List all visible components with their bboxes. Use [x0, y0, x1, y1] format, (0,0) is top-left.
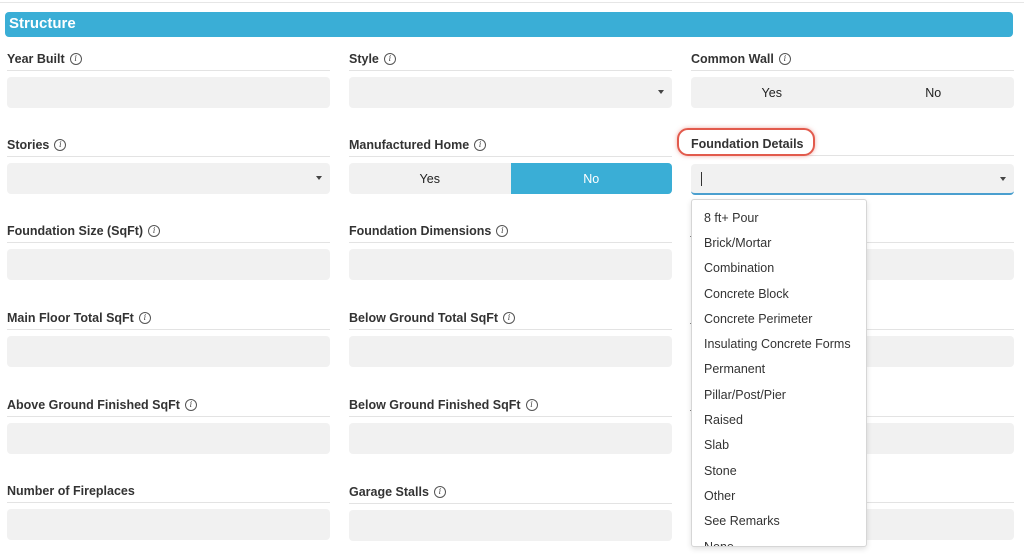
above-ground-finished-input[interactable]: [7, 423, 330, 454]
dropdown-option[interactable]: None: [692, 534, 866, 547]
year-built-input[interactable]: [7, 77, 330, 108]
below-ground-finished-field: Below Ground Finished SqFt i: [349, 393, 672, 454]
common-wall-field: Common Wall i Yes No: [691, 47, 1014, 108]
dropdown-option[interactable]: Concrete Perimeter: [692, 306, 866, 331]
caret-down-icon: [1000, 177, 1006, 181]
manufactured-home-no-button[interactable]: No: [510, 163, 672, 194]
garage-stalls-field: Garage Stalls i: [349, 480, 672, 541]
dropdown-option[interactable]: See Remarks: [692, 509, 866, 534]
foundation-details-highlight: [677, 128, 815, 156]
info-circle-icon[interactable]: i: [54, 138, 67, 151]
manufactured-home-yes-button[interactable]: Yes: [349, 163, 511, 194]
text-cursor: [701, 172, 702, 186]
below-ground-total-label: Below Ground Total SqFt: [349, 310, 499, 325]
manufactured-home-label: Manufactured Home: [349, 137, 470, 152]
dropdown-option[interactable]: Permanent: [692, 357, 866, 382]
info-circle-icon[interactable]: i: [503, 311, 516, 324]
info-circle-icon[interactable]: i: [778, 52, 791, 65]
caret-down-icon: [658, 90, 664, 94]
foundation-dimensions-field: Foundation Dimensions i: [349, 219, 672, 280]
dropdown-option[interactable]: Raised: [692, 407, 866, 432]
stories-field: Stories i: [7, 133, 330, 194]
dropdown-option[interactable]: 8 ft+ Pour: [692, 205, 866, 230]
common-wall-yes-button[interactable]: Yes: [691, 77, 853, 108]
section-header: Structure: [5, 12, 1013, 37]
dropdown-option[interactable]: Slab: [692, 433, 866, 458]
year-built-field: Year Built i: [7, 47, 330, 108]
dropdown-option[interactable]: Brick/Mortar: [692, 230, 866, 255]
stories-label: Stories: [7, 137, 50, 152]
manufactured-home-field: Manufactured Home i Yes No: [349, 133, 672, 194]
below-ground-finished-input[interactable]: [349, 423, 672, 454]
main-floor-total-label: Main Floor Total SqFt: [7, 310, 134, 325]
section-title: Structure: [9, 15, 76, 32]
foundation-details-dropdown: 8 ft+ Pour Brick/Mortar Combination Conc…: [691, 199, 867, 547]
info-circle-icon[interactable]: i: [433, 485, 446, 498]
fireplaces-label: Number of Fireplaces: [7, 483, 135, 498]
dropdown-option[interactable]: Other: [692, 483, 866, 508]
foundation-size-label: Foundation Size (SqFt): [7, 223, 144, 238]
info-circle-icon[interactable]: i: [184, 398, 197, 411]
caret-down-icon: [316, 176, 322, 180]
foundation-details-select[interactable]: [691, 164, 1014, 195]
style-select[interactable]: [349, 77, 672, 108]
main-floor-total-field: Main Floor Total SqFt i: [7, 306, 330, 367]
style-field: Style i: [349, 47, 672, 108]
dropdown-option[interactable]: Pillar/Post/Pier: [692, 382, 866, 407]
below-ground-finished-label: Below Ground Finished SqFt: [349, 397, 521, 412]
info-circle-icon[interactable]: i: [496, 224, 509, 237]
above-ground-finished-field: Above Ground Finished SqFt i: [7, 393, 330, 454]
top-divider: [0, 2, 1024, 3]
below-ground-total-field: Below Ground Total SqFt i: [349, 306, 672, 367]
manufactured-home-toggle: Yes No: [349, 163, 672, 194]
fireplaces-input[interactable]: [7, 509, 330, 540]
foundation-size-field: Foundation Size (SqFt) i: [7, 219, 330, 280]
foundation-size-input[interactable]: [7, 249, 330, 280]
fireplaces-field: Number of Fireplaces: [7, 479, 330, 540]
stories-select[interactable]: [7, 163, 330, 194]
info-circle-icon[interactable]: i: [474, 138, 487, 151]
info-circle-icon[interactable]: i: [148, 224, 161, 237]
info-circle-icon[interactable]: i: [383, 52, 396, 65]
below-ground-total-input[interactable]: [349, 336, 672, 367]
garage-stalls-label: Garage Stalls: [349, 484, 429, 499]
above-ground-finished-label: Above Ground Finished SqFt: [7, 397, 180, 412]
style-label: Style: [349, 51, 379, 66]
foundation-dimensions-label: Foundation Dimensions: [349, 223, 492, 238]
common-wall-toggle: Yes No: [691, 77, 1014, 108]
year-built-label: Year Built: [7, 51, 65, 66]
dropdown-option[interactable]: Concrete Block: [692, 281, 866, 306]
common-wall-no-button[interactable]: No: [853, 77, 1015, 108]
info-circle-icon[interactable]: i: [525, 398, 538, 411]
dropdown-option[interactable]: Combination: [692, 256, 866, 281]
info-circle-icon[interactable]: i: [138, 311, 151, 324]
common-wall-label: Common Wall: [691, 51, 774, 66]
info-circle-icon[interactable]: i: [69, 52, 82, 65]
garage-stalls-input[interactable]: [349, 510, 672, 541]
main-floor-total-input[interactable]: [7, 336, 330, 367]
dropdown-option[interactable]: Insulating Concrete Forms: [692, 331, 866, 356]
foundation-dimensions-input[interactable]: [349, 249, 672, 280]
dropdown-option[interactable]: Stone: [692, 458, 866, 483]
